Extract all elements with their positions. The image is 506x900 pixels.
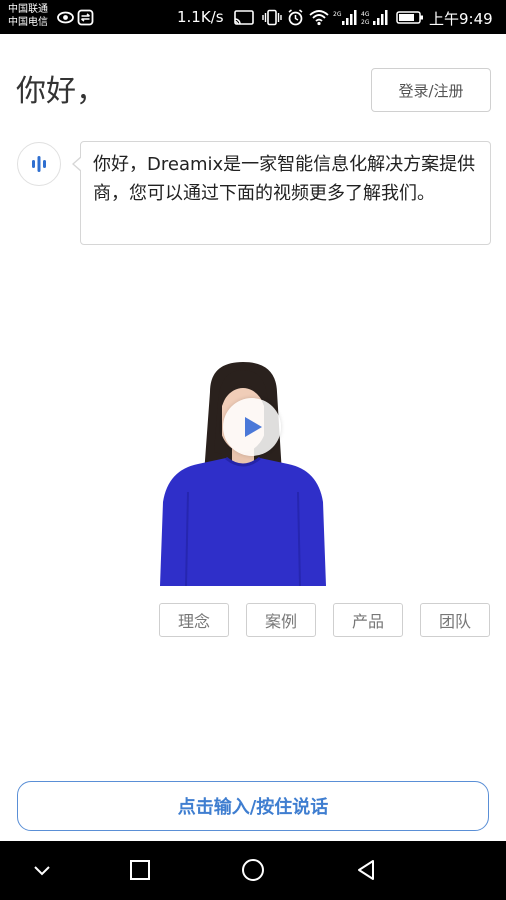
input-voice-button[interactable]: 点击输入/按住说话 [17,781,489,831]
topic-chip-concept[interactable]: 理念 [159,603,229,637]
play-icon [245,417,262,437]
login-register-button[interactable]: 登录/注册 [371,68,491,112]
wifi-icon [309,10,329,26]
battery-icon [396,11,423,24]
nav-home-button[interactable] [238,855,268,885]
network-speed: 1.1K/s [177,8,224,26]
chevron-down-icon [34,866,50,876]
svg-text:2G: 2G [361,19,370,26]
svg-text:4G: 4G [361,11,370,18]
voice-wave-icon [32,156,46,172]
sync-icon [77,9,94,26]
intro-video[interactable] [160,362,326,586]
vibrate-icon [262,9,282,26]
topic-chip-products[interactable]: 产品 [333,603,403,637]
topic-chip-team[interactable]: 团队 [420,603,490,637]
bot-avatar [17,142,61,186]
eye-icon [57,11,74,24]
topic-chip-cases[interactable]: 案例 [246,603,316,637]
greeting-title: 你好， [16,74,106,109]
bot-message-text: 你好，Dreamix是一家智能信息化解决方案提供商，您可以通过下面的视频更多了解… [93,154,476,204]
nav-recents-button[interactable] [125,855,155,885]
home-icon [242,859,264,881]
carrier-1: 中国联通 [8,4,48,15]
alarm-icon [288,9,303,26]
carrier-2: 中国电信 [8,17,48,28]
signal-4g-icon: 4G 2G [361,10,388,26]
bot-message-bubble: 你好，Dreamix是一家智能信息化解决方案提供商，您可以通过下面的视频更多了解… [72,141,491,245]
signal-2g-icon: 2G [333,10,357,25]
clock: 上午9:49 [429,10,493,28]
svg-text:2G: 2G [333,11,342,18]
system-nav-bar [0,841,506,900]
nav-collapse-button[interactable] [27,855,57,885]
carrier-info: 中国联通 中国电信 [8,3,48,29]
cast-icon [234,10,254,25]
back-icon [358,860,374,880]
video-frame [160,362,326,586]
status-bar: 中国联通 中国电信 1.1K/s 2G 4G 2G 上午9:49 [0,0,506,34]
nav-back-button[interactable] [351,855,381,885]
recents-icon [130,860,150,880]
video-play-button[interactable] [223,398,281,456]
